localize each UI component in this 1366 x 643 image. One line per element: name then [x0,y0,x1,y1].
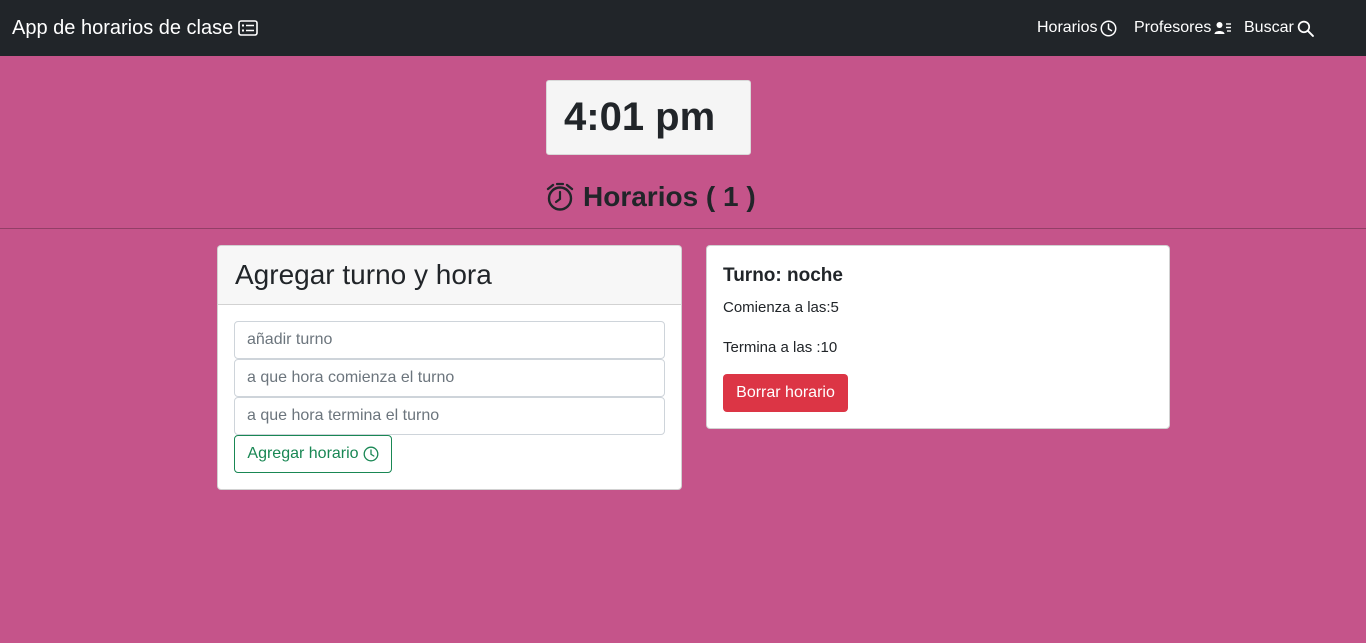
termina-input[interactable] [234,397,665,435]
brand-label: App de horarios de clase [12,17,234,39]
schedule-title: Turno: noche [723,265,843,286]
navbar-brand[interactable]: App de horarios de clase [12,16,259,40]
clock-display: 4:01 pm [546,80,751,155]
card-list-icon [238,20,259,36]
alarm-icon [546,182,574,211]
card-header: Agregar turno y hora [218,246,681,305]
schedule-end: Termina a las :10 [723,339,838,356]
nav-link-profesores[interactable]: Profesores [1134,18,1232,38]
nav-link-horarios[interactable]: Horarios [1037,18,1117,38]
nav-link-horarios-label: Horarios [1037,19,1098,36]
add-schedule-button-label: Agregar horario [247,445,359,462]
add-schedule-card: Agregar turno y hora Agregar horario [217,245,682,490]
page-title: Horarios ( 1 ) [545,180,756,214]
schedule-start: Comienza a las:5 [723,299,839,316]
clock-time: 4:01 pm [564,95,716,139]
nav-link-buscar[interactable]: Buscar [1244,18,1314,38]
schedule-card: Turno: noche Comienza a las:5 Termina a … [706,245,1170,429]
page-title-label: Horarios ( 1 ) [583,181,756,212]
card-title: Agregar turno y hora [235,259,492,290]
nav-link-profesores-label: Profesores [1134,19,1212,36]
divider [0,228,1366,229]
clock-icon [1100,20,1117,36]
delete-schedule-button-label: Borrar horario [736,384,835,401]
nav-link-buscar-label: Buscar [1244,19,1294,36]
person-lines-icon [1214,22,1232,34]
search-icon [1297,20,1314,37]
clock-icon [363,446,379,462]
delete-schedule-button[interactable]: Borrar horario [723,374,848,412]
navbar: App de horarios de clase Horarios Profes… [0,0,1366,56]
turno-input[interactable] [234,321,665,359]
comienza-input[interactable] [234,359,665,397]
add-schedule-button[interactable]: Agregar horario [234,435,392,473]
